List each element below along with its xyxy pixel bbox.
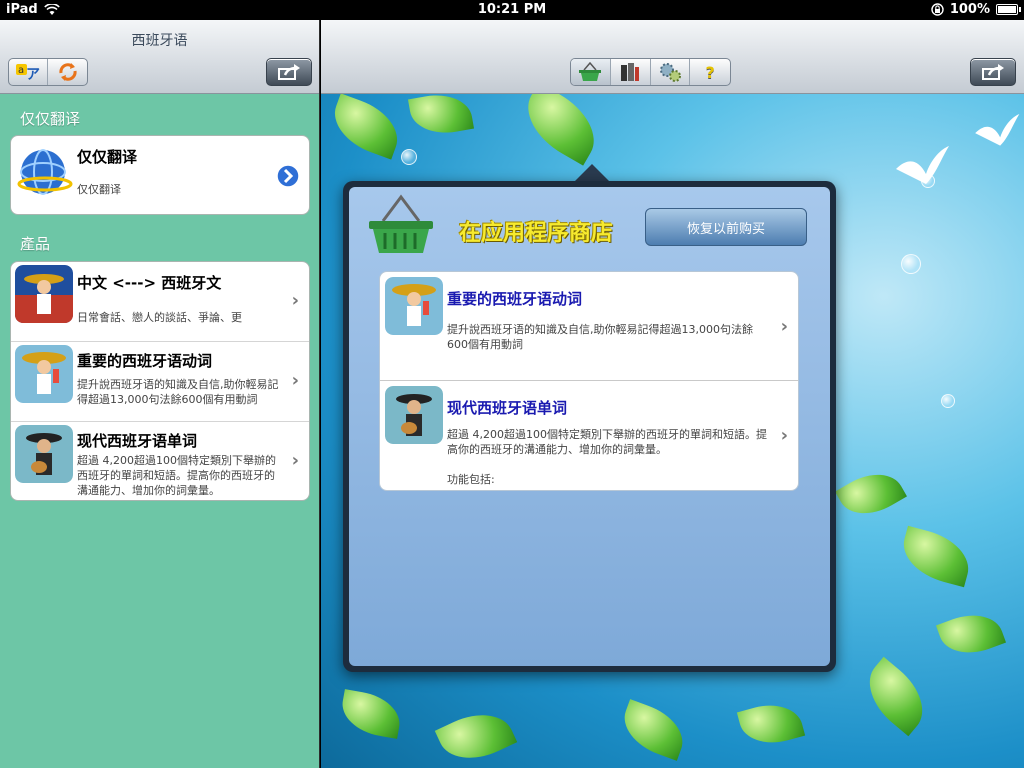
leaf-decoration [615,699,692,761]
guitarist-icon [385,386,443,444]
products-group: 中文 <---> 西班牙文 日常會話、戀人的談話、爭論、更 › 重要的西班牙语动… [10,261,310,501]
left-share-button[interactable] [266,58,312,86]
store-product-extra: 功能包括: [447,473,495,486]
bird-icon [896,146,949,184]
chevron-right-icon: › [291,290,299,311]
product-title: 重要的西班牙语动词 [77,352,213,370]
product-row[interactable]: 中文 <---> 西班牙文 日常會話、戀人的談話、爭論、更 › [11,262,309,342]
product-subtitle: 超過 4,200超過100個特定類別下舉辦的西班牙的單詞和短語。提高你的西班牙的… [77,454,276,497]
swap-button[interactable] [48,59,87,85]
popover-arrow [574,164,610,182]
main-toolbar-segment[interactable]: ? [570,58,731,86]
language-segment[interactable]: a ア [8,58,88,86]
leaf-decoration [325,93,407,160]
right-nav-bar: ? [321,20,1024,94]
store-tab-button[interactable] [571,59,611,85]
rotation-lock-icon [931,3,944,16]
svg-text:a: a [18,65,24,76]
battery-icon [996,4,1021,15]
gears-icon [659,63,681,82]
status-bar: iPad 10:21 PM 100% [0,0,1024,20]
store-product-title: 重要的西班牙语动词 [447,290,583,308]
basket-icon [579,62,602,81]
right-panel: ? 在应用程序商店 恢复以前购买 重要的西班牙语动词 提升說西班牙语的知識及自信… [321,20,1024,768]
share-icon [278,64,300,80]
right-share-button[interactable] [970,58,1016,86]
leaf-decoration [736,696,806,752]
bird-icon [975,114,1020,146]
bubble-decoration [941,394,955,408]
share-icon [982,64,1004,80]
leaf-decoration [896,525,976,588]
guitarist-icon [15,425,73,483]
store-popover: 在应用程序商店 恢复以前购买 重要的西班牙语动词 提升說西班牙语的知識及自信,助… [343,181,836,672]
product-title: 中文 <---> 西班牙文 [77,274,222,292]
store-product-desc: 提升說西班牙语的知識及自信,助你輕易記得超過13,000句法餘600個有用動詞 [447,323,753,351]
battery-percent: 100% [949,2,990,17]
section-header-translate: 仅仅翻译 [20,110,81,128]
status-time: 10:21 PM [477,2,547,17]
mariachi-chinese-icon [15,265,73,323]
leaf-decoration [337,689,405,739]
product-subtitle: 提升說西班牙语的知識及自信,助你輕易記得超過13,000句法餘600個有用動詞 [77,378,279,406]
chevron-right-icon: › [780,425,788,446]
leaf-decoration [835,461,907,527]
chevron-right-icon: › [291,370,299,391]
bubble-decoration [401,149,417,165]
translate-only-subtitle: 仅仅翻译 [77,183,121,196]
leaf-decoration [935,604,1007,664]
left-title: 西班牙语 [131,33,188,49]
mariachi-verbs-icon [15,345,73,403]
detail-disclosure-icon[interactable] [276,164,300,188]
store-product-list: 重要的西班牙语动词 提升說西班牙语的知識及自信,助你輕易記得超過13,000句法… [379,271,799,491]
bubble-decoration [901,254,921,274]
chevron-right-icon: › [780,316,788,337]
left-nav-bar: 西班牙语 a ア [0,20,319,94]
store-product-row[interactable]: 重要的西班牙语动词 提升說西班牙语的知識及自信,助你輕易記得超過13,000句法… [380,272,798,381]
globe-icon [17,149,73,195]
translate-icon: a ア [16,64,40,82]
store-product-desc: 超過 4,200超過100個特定類別下舉辦的西班牙的單詞和短語。提高你的西班牙的… [447,428,767,456]
books-tab-button[interactable] [611,59,651,85]
settings-tab-button[interactable] [651,59,691,85]
books-icon [621,63,640,81]
leaf-decoration [513,82,609,166]
leaf-decoration [434,701,518,768]
svg-text:ア: ア [26,67,40,82]
section-header-products: 產品 [20,235,51,253]
chevron-right-icon: › [291,450,299,471]
store-title: 在应用程序商店 [459,221,614,246]
leaf-decoration [854,656,938,737]
store-popover-content: 在应用程序商店 恢复以前购买 重要的西班牙语动词 提升說西班牙语的知識及自信,助… [349,187,830,666]
translate-mode-button[interactable]: a ア [9,59,48,85]
translate-only-row[interactable]: 仅仅翻译 仅仅翻译 [11,136,309,214]
product-row[interactable]: 现代西班牙语单词 超過 4,200超過100個特定類別下舉辦的西班牙的單詞和短語… [11,422,309,500]
left-panel: 西班牙语 a ア 仅仅翻译 仅仅翻译 仅仅翻译 產品 中文 <---> 西班牙文… [0,20,320,768]
help-tab-button[interactable]: ? [690,59,730,85]
product-subtitle: 日常會話、戀人的談話、爭論、更 [77,311,242,324]
store-basket-icon [369,194,433,253]
leaf-decoration [407,89,475,139]
help-icon: ? [705,62,715,82]
product-title: 现代西班牙语单词 [77,432,198,450]
mariachi-verbs-icon [385,277,443,335]
swap-arrows-icon [58,63,77,81]
product-row[interactable]: 重要的西班牙语动词 提升說西班牙语的知識及自信,助你輕易記得超過13,000句法… [11,342,309,422]
translate-group: 仅仅翻译 仅仅翻译 [10,135,310,215]
store-product-title: 现代西班牙语单词 [447,399,568,417]
translate-only-title: 仅仅翻译 [77,148,138,166]
restore-purchases-button[interactable]: 恢复以前购买 [645,208,807,246]
store-product-row[interactable]: 现代西班牙语单词 超過 4,200超過100個特定類別下舉辦的西班牙的單詞和短語… [380,381,798,490]
